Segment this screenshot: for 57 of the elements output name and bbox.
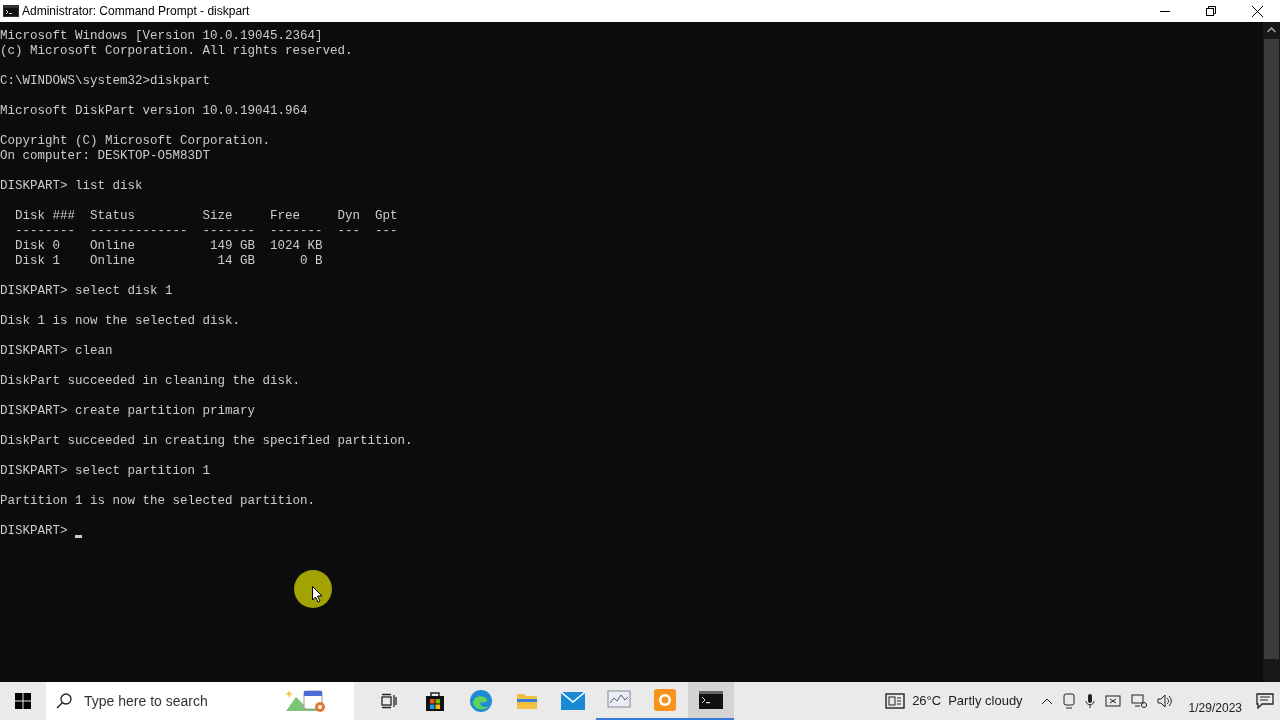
window-title: Administrator: Command Prompt - diskpart xyxy=(22,3,250,20)
console-line: DiskPart succeeded in creating the specified partition. xyxy=(0,434,413,448)
search-box[interactable]: Type here to search xyxy=(46,682,354,720)
weather-condition: Partly cloudy xyxy=(948,692,1023,711)
envelope-icon xyxy=(561,692,585,710)
scrollbar[interactable] xyxy=(1263,22,1280,682)
weather-button[interactable]: 26°C Partly cloudy xyxy=(881,682,1027,720)
folder-icon xyxy=(516,692,538,710)
chevron-up-icon[interactable] xyxy=(1040,697,1053,705)
shopping-bag-icon xyxy=(424,690,446,712)
console-line: C:\WINDOWS\system32>diskpart xyxy=(0,74,211,88)
console-app-icon xyxy=(3,5,19,17)
console-line: DISKPART> select disk 1 xyxy=(0,284,173,298)
microphone-icon[interactable] xyxy=(1084,693,1095,709)
console-line: DiskPart succeeded in cleaning the disk. xyxy=(0,374,301,388)
mouse-pointer-icon xyxy=(312,586,323,603)
message-icon xyxy=(1256,693,1274,709)
command-prompt-button[interactable] xyxy=(688,682,734,720)
console-line: Partition 1 is now the selected partition. xyxy=(0,494,316,508)
console-line: DISKPART> list disk xyxy=(0,179,143,193)
console-line: DISKPART> clean xyxy=(0,344,113,358)
cursor-highlight xyxy=(294,570,332,608)
console-line: Microsoft DiskPart version 10.0.19041.964 xyxy=(0,104,308,118)
chart-window-icon xyxy=(607,690,631,710)
ring-app-icon xyxy=(654,689,676,711)
console-line: (c) Microsoft Corporation. All rights reserved. xyxy=(0,44,353,58)
console-line: Microsoft Windows [Version 10.0.19045.2364] xyxy=(0,29,323,43)
news-icon xyxy=(885,693,906,709)
text-cursor xyxy=(75,535,82,538)
task-view-icon xyxy=(381,693,397,709)
close-icon xyxy=(1251,5,1263,17)
console-line: -------- ------------- ------- ------- --- --- xyxy=(14,224,398,238)
console-line: DISKPART> create partition primary xyxy=(0,404,256,418)
console-line: Disk ### Status Size Free Dyn Gpt xyxy=(14,209,398,223)
console-icon xyxy=(699,691,723,709)
command-prompt: DISKPART> xyxy=(0,524,69,539)
landscape-calendar-icon xyxy=(284,687,328,715)
console-line: Disk 1 is now the selected disk. xyxy=(0,314,241,328)
console-line: On computer: DESKTOP-O5M83DT xyxy=(0,149,211,163)
console-line: Disk 1 Online 14 GB 0 B xyxy=(14,254,323,268)
search-icon xyxy=(56,693,72,709)
swirl-icon xyxy=(469,689,493,713)
network-icon[interactable] xyxy=(1130,694,1147,708)
console-line: DISKPART> select partition 1 xyxy=(0,464,211,478)
date-text: 1/29/2023 xyxy=(1188,700,1242,717)
minimize-icon xyxy=(1160,10,1170,12)
restore-icon xyxy=(1206,6,1216,16)
scroll-up-icon[interactable] xyxy=(1267,27,1276,33)
search-input[interactable]: Type here to search xyxy=(84,690,284,712)
speaker-icon[interactable] xyxy=(1156,694,1173,708)
clock-button[interactable]: 1/29/2023 xyxy=(1184,682,1246,720)
windows-logo-icon xyxy=(15,693,31,709)
console-line: Disk 0 Online 149 GB 1024 KB xyxy=(14,239,323,253)
temperature-text: 26°C xyxy=(912,692,942,711)
console-line: Copyright (C) Microsoft Corporation. xyxy=(0,134,271,148)
scrollbar-thumb[interactable] xyxy=(1264,39,1279,659)
device-icon[interactable] xyxy=(1062,693,1075,709)
